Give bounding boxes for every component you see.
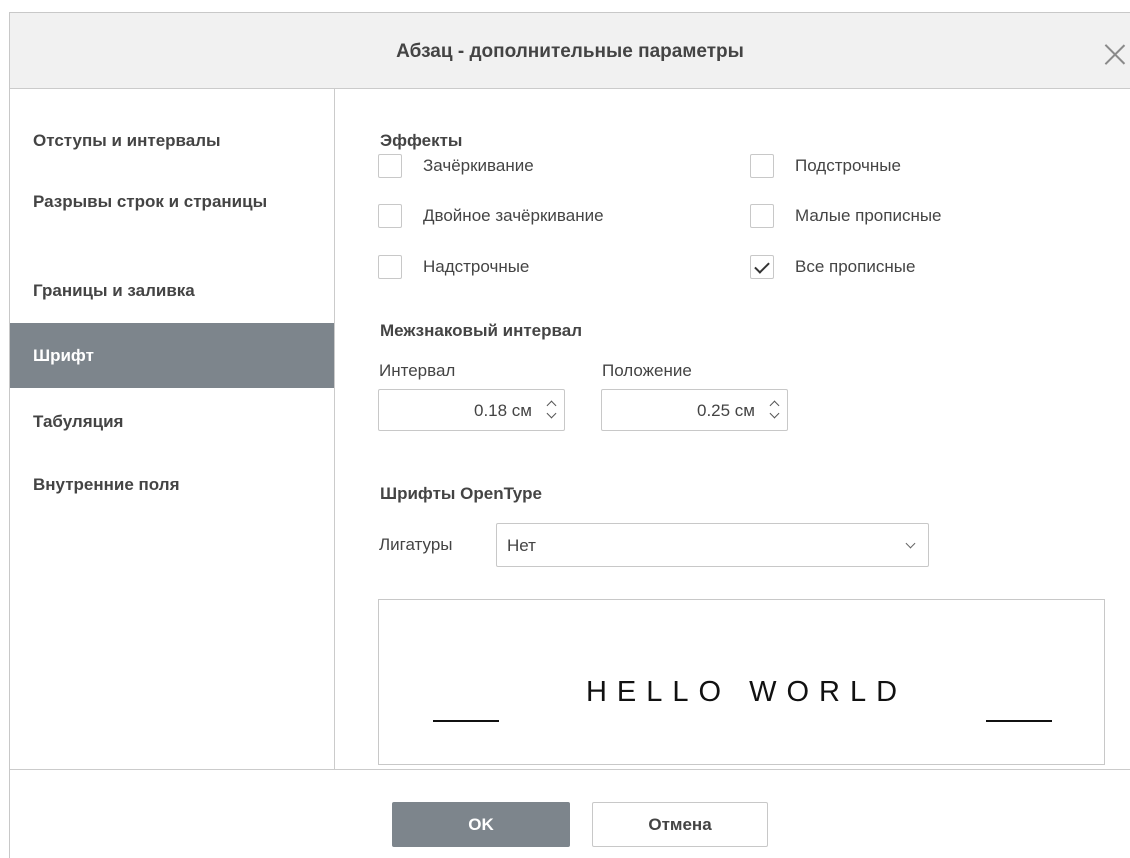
superscript-label: Надстрочные <box>423 257 530 276</box>
small-caps-label: Малые прописные <box>795 206 942 225</box>
sidebar-item-borders[interactable]: Границы и заливка <box>10 281 334 301</box>
strikethrough-label: Зачёркивание <box>423 156 534 175</box>
preview-text: HELLO WORLD <box>585 676 908 708</box>
sidebar-item-font[interactable]: Шрифт <box>10 323 334 388</box>
subscript-option[interactable]: Подстрочные <box>750 154 901 178</box>
sidebar-item-padding[interactable]: Внутренние поля <box>10 475 334 495</box>
preview-underline-left <box>433 720 499 722</box>
close-icon[interactable] <box>1104 43 1126 65</box>
chevron-down-icon[interactable] <box>547 412 555 420</box>
preview-underline-right <box>986 720 1052 722</box>
superscript-option[interactable]: Надстрочные <box>378 255 529 279</box>
position-spinner[interactable]: 0.25 см <box>601 389 788 431</box>
dialog-footer: OK Отмена <box>10 769 1130 858</box>
dialog-header: Абзац - дополнительные параметры <box>10 13 1130 89</box>
dialog-title: Абзац - дополнительные параметры <box>396 41 744 62</box>
sidebar-item-line-breaks[interactable]: Разрывы строк и страницы <box>10 192 270 212</box>
effects-title: Эффекты <box>380 131 463 150</box>
position-label: Положение <box>602 361 692 380</box>
font-settings-panel: Эффекты Зачёркивание Двойное зачёркивани… <box>336 89 1130 769</box>
strikethrough-option[interactable]: Зачёркивание <box>378 154 534 178</box>
small-caps-checkbox[interactable] <box>750 204 774 228</box>
cancel-button[interactable]: Отмена <box>592 802 768 847</box>
character-spacing-title: Межзнаковый интервал <box>380 321 582 340</box>
settings-sidebar: Отступы и интервалы Разрывы строк и стра… <box>10 89 335 769</box>
double-strikethrough-option[interactable]: Двойное зачёркивание <box>378 204 604 228</box>
ok-button[interactable]: OK <box>392 802 570 847</box>
double-strikethrough-label: Двойное зачёркивание <box>423 206 604 225</box>
subscript-label: Подстрочные <box>795 156 901 175</box>
position-value[interactable]: 0.25 см <box>697 401 755 421</box>
opentype-title: Шрифты OpenType <box>380 484 542 503</box>
sidebar-item-tabs[interactable]: Табуляция <box>10 412 334 432</box>
ligatures-value: Нет <box>507 536 536 555</box>
ligatures-label: Лигатуры <box>379 535 453 554</box>
interval-spinner[interactable]: 0.18 см <box>378 389 565 431</box>
all-caps-label: Все прописные <box>795 257 916 276</box>
sidebar-item-label: Шрифт <box>33 345 94 365</box>
double-strikethrough-checkbox[interactable] <box>378 204 402 228</box>
font-preview: HELLO WORLD <box>378 599 1105 765</box>
paragraph-settings-dialog: Абзац - дополнительные параметры Отступы… <box>9 12 1130 858</box>
strikethrough-checkbox[interactable] <box>378 154 402 178</box>
chevron-down-icon <box>905 538 916 549</box>
chevron-down-icon[interactable] <box>770 412 778 420</box>
chevron-up-icon[interactable] <box>547 399 555 407</box>
chevron-up-icon[interactable] <box>770 399 778 407</box>
all-caps-checkbox[interactable] <box>750 255 774 279</box>
superscript-checkbox[interactable] <box>378 255 402 279</box>
subscript-checkbox[interactable] <box>750 154 774 178</box>
all-caps-option[interactable]: Все прописные <box>750 255 915 279</box>
small-caps-option[interactable]: Малые прописные <box>750 204 942 228</box>
sidebar-item-indents[interactable]: Отступы и интервалы <box>10 131 334 151</box>
interval-value[interactable]: 0.18 см <box>474 401 532 421</box>
ligatures-select[interactable]: Нет <box>496 523 929 567</box>
interval-label: Интервал <box>379 361 456 380</box>
